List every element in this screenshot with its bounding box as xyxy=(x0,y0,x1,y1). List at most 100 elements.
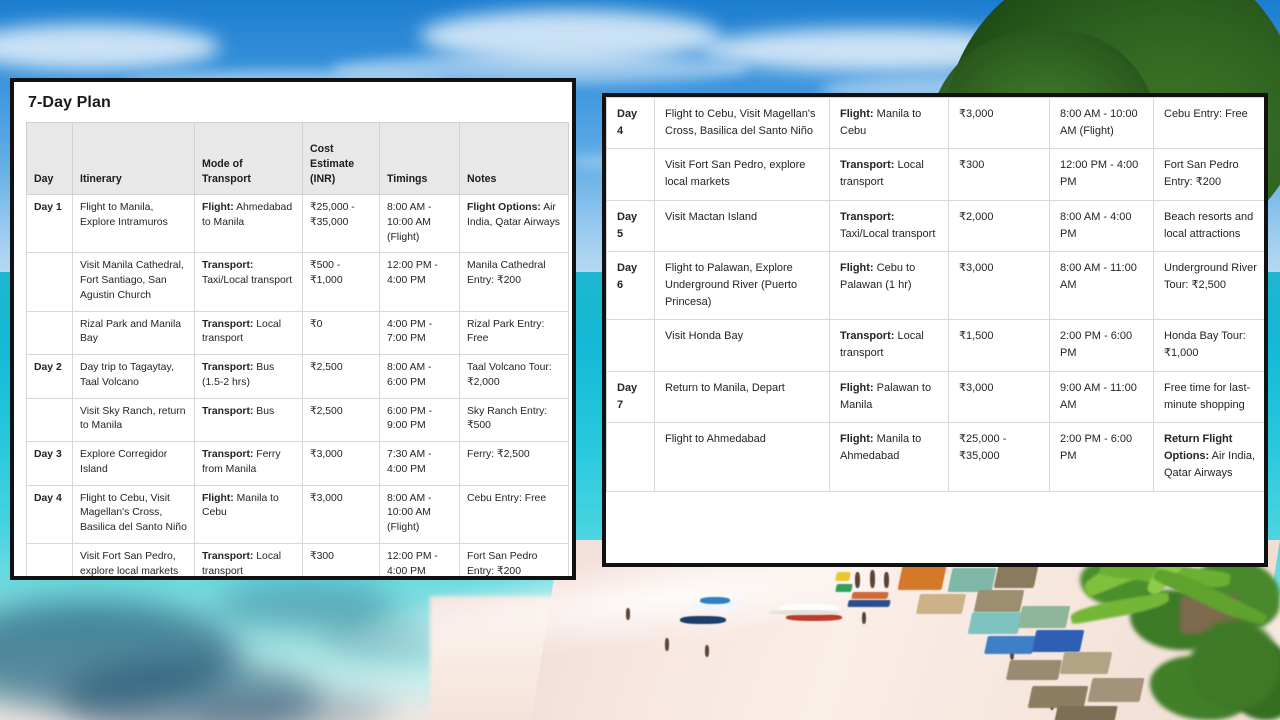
column-header-5: Notes xyxy=(459,122,569,195)
cell-cost: ₹300 xyxy=(302,543,380,576)
palm-trees xyxy=(1040,502,1280,720)
cell-itinerary: Visit Mactan Island xyxy=(654,199,830,253)
table-row: Day 2 Day trip to Tagaytay, Taal Volcano T… xyxy=(26,354,569,399)
page-title: 7-Day Plan xyxy=(28,94,111,111)
column-header-1: Itinerary xyxy=(72,122,195,195)
cell-notes: Taal Volcano Tour: ₹2,000 xyxy=(459,354,569,399)
cell-itinerary: Flight to Cebu, Visit Magellan's Cross, … xyxy=(654,97,830,150)
cell-cost: ₹0 xyxy=(302,310,380,356)
beach-hut xyxy=(915,594,967,614)
table-row: Day 1 Flight to Manila, Explore Intramuro… xyxy=(26,193,569,254)
itinerary-table-right: Day 4 Flight to Cebu, Visit Magellan's Cr… xyxy=(606,97,1264,492)
cell-cost: ₹25,000 - ₹35,000 xyxy=(302,193,380,254)
table-row: Day 3 Explore Corregidor Island Transport:… xyxy=(26,441,569,486)
cell-timings: 8:00 AM - 10:00 AM (Flight) xyxy=(1049,97,1154,150)
cell-timings: 8:00 AM - 6:00 PM xyxy=(379,354,460,399)
cell-itinerary: Visit Sky Ranch, return to Manila xyxy=(72,397,195,443)
cell-cost: ₹2,500 xyxy=(302,354,380,399)
cell-notes: Honda Bay Tour: ₹1,000 xyxy=(1153,319,1264,372)
person xyxy=(862,612,866,624)
palm-canopy xyxy=(1190,620,1280,710)
left-itinerary-panel: 7-Day Plan Day Itinerary Mode of Transport C… xyxy=(10,78,576,580)
cell-day xyxy=(26,310,73,356)
beach-gear xyxy=(847,600,891,607)
table-body-right: Day 4 Flight to Cebu, Visit Magellan's Cr… xyxy=(606,97,1264,492)
table-row: Day 5 Visit Mactan Island Transport: Taxi/… xyxy=(606,199,1264,253)
cell-notes: Fort San Pedro Entry: ₹200 xyxy=(1153,148,1264,201)
boat xyxy=(770,610,840,615)
table-header-left: Day Itinerary Mode of Transport Cost Estimate… xyxy=(26,122,569,195)
beach-gear xyxy=(835,572,851,581)
cell-transport: Flight: Manila to Ahmedabad xyxy=(829,422,949,492)
table-row: Day 7 Return to Manila, Depart Flight: Pal… xyxy=(606,370,1264,424)
column-header-2: Mode of Transport xyxy=(194,122,303,195)
cell-day: Day 7 xyxy=(606,370,655,424)
column-header-0: Day xyxy=(26,122,73,195)
table-row: Visit Honda Bay Transport: Local transpor… xyxy=(606,319,1264,372)
cell-transport: Flight: Manila to Cebu xyxy=(194,484,303,545)
cell-itinerary: Flight to Manila, Explore Intramuros xyxy=(72,193,195,254)
person xyxy=(870,570,875,588)
cell-day: Day 4 xyxy=(26,484,73,545)
table-row: Visit Fort San Pedro, explore local mark… xyxy=(26,543,569,576)
table-row: Visit Manila Cathedral, Fort Santiago, S… xyxy=(26,252,569,312)
boat xyxy=(700,597,730,604)
boat xyxy=(786,614,842,621)
cell-day xyxy=(26,397,73,443)
cell-transport: Transport: Ferry from Manila xyxy=(194,441,303,486)
cell-notes: Flight Options: Air India, Qatar Airways xyxy=(459,193,569,254)
beach-hut xyxy=(984,636,1036,654)
cell-day: Day 4 xyxy=(606,97,655,150)
person xyxy=(855,572,860,588)
cell-itinerary: Visit Fort San Pedro, explore local mark… xyxy=(72,543,195,576)
cell-cost: ₹2,500 xyxy=(302,397,380,443)
table-row: Visit Fort San Pedro, explore local mark… xyxy=(606,148,1264,201)
cell-timings: 4:00 PM - 7:00 PM xyxy=(379,310,460,356)
cell-cost: ₹2,000 xyxy=(948,199,1050,253)
cell-cost: ₹500 - ₹1,000 xyxy=(302,252,380,312)
column-header-4: Timings xyxy=(379,122,460,195)
table-header-row: Day Itinerary Mode of Transport Cost Estimate… xyxy=(26,122,569,195)
cell-itinerary: Flight to Cebu, Visit Magellan's Cross, … xyxy=(72,484,195,545)
cell-day: Day 1 xyxy=(26,193,73,254)
cell-cost: ₹25,000 - ₹35,000 xyxy=(948,422,1050,492)
cell-itinerary: Visit Manila Cathedral, Fort Santiago, S… xyxy=(72,252,195,312)
cell-cost: ₹3,000 xyxy=(302,484,380,545)
cell-notes: Ferry: ₹2,500 xyxy=(459,441,569,486)
cell-cost: ₹3,000 xyxy=(302,441,380,486)
cell-notes: Cebu Entry: Free xyxy=(1153,97,1264,150)
cell-transport: Transport: Local transport xyxy=(194,543,303,576)
cell-day xyxy=(26,252,73,312)
cell-timings: 8:00 AM - 11:00 AM xyxy=(1049,251,1154,321)
cell-timings: 12:00 PM - 4:00 PM xyxy=(379,252,460,312)
itinerary-table-left: Day Itinerary Mode of Transport Cost Estimate… xyxy=(26,122,569,576)
cell-timings: 8:00 AM - 10:00 AM (Flight) xyxy=(379,484,460,545)
cell-day: Day 3 xyxy=(26,441,73,486)
person xyxy=(665,638,669,651)
beach-gear xyxy=(851,592,889,599)
table-row: Day 4 Flight to Cebu, Visit Magellan's Cr… xyxy=(26,484,569,545)
table-row: Visit Sky Ranch, return to Manila Transpo… xyxy=(26,397,569,443)
cell-transport: Flight: Palawan to Manila xyxy=(829,370,949,424)
cell-itinerary: Flight to Palawan, Explore Underground R… xyxy=(654,251,830,321)
table-row: Day 4 Flight to Cebu, Visit Magellan's Cr… xyxy=(606,97,1264,150)
cell-transport: Transport: Bus (1.5-2 hrs) xyxy=(194,354,303,399)
person xyxy=(884,572,889,588)
cell-transport: Flight: Manila to Cebu xyxy=(829,97,949,150)
cell-notes: Rizal Park Entry: Free xyxy=(459,310,569,356)
cell-day: Day 2 xyxy=(26,354,73,399)
cell-day xyxy=(26,543,73,576)
cell-transport: Transport: Taxi/Local transport xyxy=(829,199,949,253)
right-itinerary-panel: Day 4 Flight to Cebu, Visit Magellan's Cr… xyxy=(602,93,1268,567)
cell-cost: ₹1,500 xyxy=(948,319,1050,372)
cell-transport: Transport: Local transport xyxy=(829,319,949,372)
beach-hut xyxy=(897,566,947,590)
cell-timings: 6:00 PM - 9:00 PM xyxy=(379,397,460,443)
cell-transport: Transport: Local transport xyxy=(194,310,303,356)
cell-itinerary: Explore Corregidor Island xyxy=(72,441,195,486)
cell-timings: 8:00 AM - 10:00 AM (Flight) xyxy=(379,193,460,254)
person xyxy=(705,645,709,657)
cell-day xyxy=(606,422,655,492)
cell-timings: 9:00 AM - 11:00 AM xyxy=(1049,370,1154,424)
cell-itinerary: Rizal Park and Manila Bay xyxy=(72,310,195,356)
